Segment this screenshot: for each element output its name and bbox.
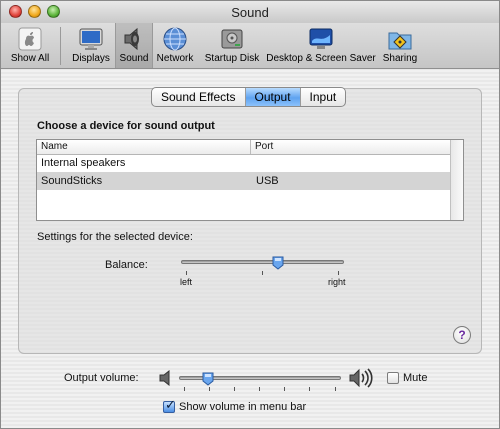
volume-tick xyxy=(335,387,336,391)
balance-tick xyxy=(262,271,263,275)
sharing-folder-icon xyxy=(387,26,413,52)
toolbar-label: Desktop & Screen Saver xyxy=(266,53,376,64)
toolbar-separator xyxy=(60,27,61,65)
toolbar-desktop-screen-saver-button[interactable]: Desktop & Screen Saver xyxy=(266,23,376,68)
toolbar-label: Sound xyxy=(119,53,149,64)
speaker-icon xyxy=(121,26,147,52)
volume-tick xyxy=(309,387,310,391)
output-volume-label: Output volume: xyxy=(64,372,139,384)
volume-high-icon xyxy=(349,368,375,391)
globe-icon xyxy=(162,26,188,52)
balance-right-label: right xyxy=(328,277,346,287)
toolbar-network-button[interactable]: Network xyxy=(154,23,196,68)
toolbar-label: Startup Disk xyxy=(204,53,260,64)
output-device-table: Name Port Internal speakers SoundSticks … xyxy=(36,139,464,221)
mute-checkbox[interactable] xyxy=(387,372,399,384)
toolbar-label: Displays xyxy=(72,53,110,64)
show-volume-in-menu-bar-label: Show volume in menu bar xyxy=(179,401,307,413)
volume-tick xyxy=(184,387,185,391)
mute-label: Mute xyxy=(403,372,428,384)
help-button[interactable]: ? xyxy=(453,326,471,344)
volume-tick xyxy=(209,387,210,391)
table-scrollbar[interactable] xyxy=(450,140,463,220)
volume-tick xyxy=(234,387,235,391)
table-row[interactable]: Internal speakers xyxy=(37,154,452,172)
table-row-selected[interactable]: SoundSticks USB xyxy=(37,172,452,190)
title-bar: Sound xyxy=(1,1,499,24)
apple-grid-icon xyxy=(17,26,43,52)
column-header-name[interactable]: Name xyxy=(37,140,251,154)
volume-low-icon xyxy=(159,369,173,389)
output-volume-slider-knob[interactable] xyxy=(202,372,214,386)
balance-left-label: left xyxy=(180,277,193,287)
volume-tick xyxy=(284,387,285,391)
toolbar-sharing-button[interactable]: Sharing xyxy=(377,23,423,68)
toolbar-sound-button[interactable]: Sound xyxy=(115,23,153,68)
hard-disk-icon xyxy=(219,26,245,52)
device-name-cell: SoundSticks xyxy=(41,175,103,187)
volume-tick xyxy=(259,387,260,391)
balance-tick xyxy=(186,271,187,275)
device-name-cell: Internal speakers xyxy=(41,157,126,169)
toolbar: Show All Displays Sound Network Startup … xyxy=(1,23,499,69)
window-title: Sound xyxy=(231,5,269,20)
device-port-cell: USB xyxy=(256,175,279,187)
column-header-port[interactable]: Port xyxy=(251,140,452,154)
toolbar-label: Sharing xyxy=(382,53,418,64)
toolbar-label: Show All xyxy=(10,53,50,64)
table-header: Name Port xyxy=(37,140,452,155)
device-list-heading: Choose a device for sound output xyxy=(37,120,215,132)
checkmark-icon: ✓ xyxy=(165,397,176,412)
show-volume-in-menu-bar-checkbox[interactable]: ✓ xyxy=(163,397,176,413)
toolbar-label: Network xyxy=(156,53,194,64)
system-preferences-window: Sound Show All Displays Sound Network St… xyxy=(0,0,500,429)
toolbar-show-all-button[interactable]: Show All xyxy=(5,23,55,68)
device-port-cell xyxy=(252,154,256,172)
balance-tick xyxy=(338,271,339,275)
balance-label: Balance: xyxy=(105,259,148,271)
display-icon xyxy=(78,26,104,52)
balance-slider-knob[interactable] xyxy=(272,256,284,270)
tab-output[interactable]: Output xyxy=(245,88,301,106)
desktop-icon xyxy=(308,26,334,52)
toolbar-startup-disk-button[interactable]: Startup Disk xyxy=(200,23,264,68)
balance-slider[interactable] xyxy=(181,260,344,264)
tab-bar: Sound Effects Output Input xyxy=(151,87,347,107)
tab-input[interactable]: Input xyxy=(301,88,346,106)
toolbar-displays-button[interactable]: Displays xyxy=(67,23,115,68)
tab-sound-effects[interactable]: Sound Effects xyxy=(152,88,246,106)
device-settings-label: Settings for the selected device: xyxy=(37,231,193,243)
